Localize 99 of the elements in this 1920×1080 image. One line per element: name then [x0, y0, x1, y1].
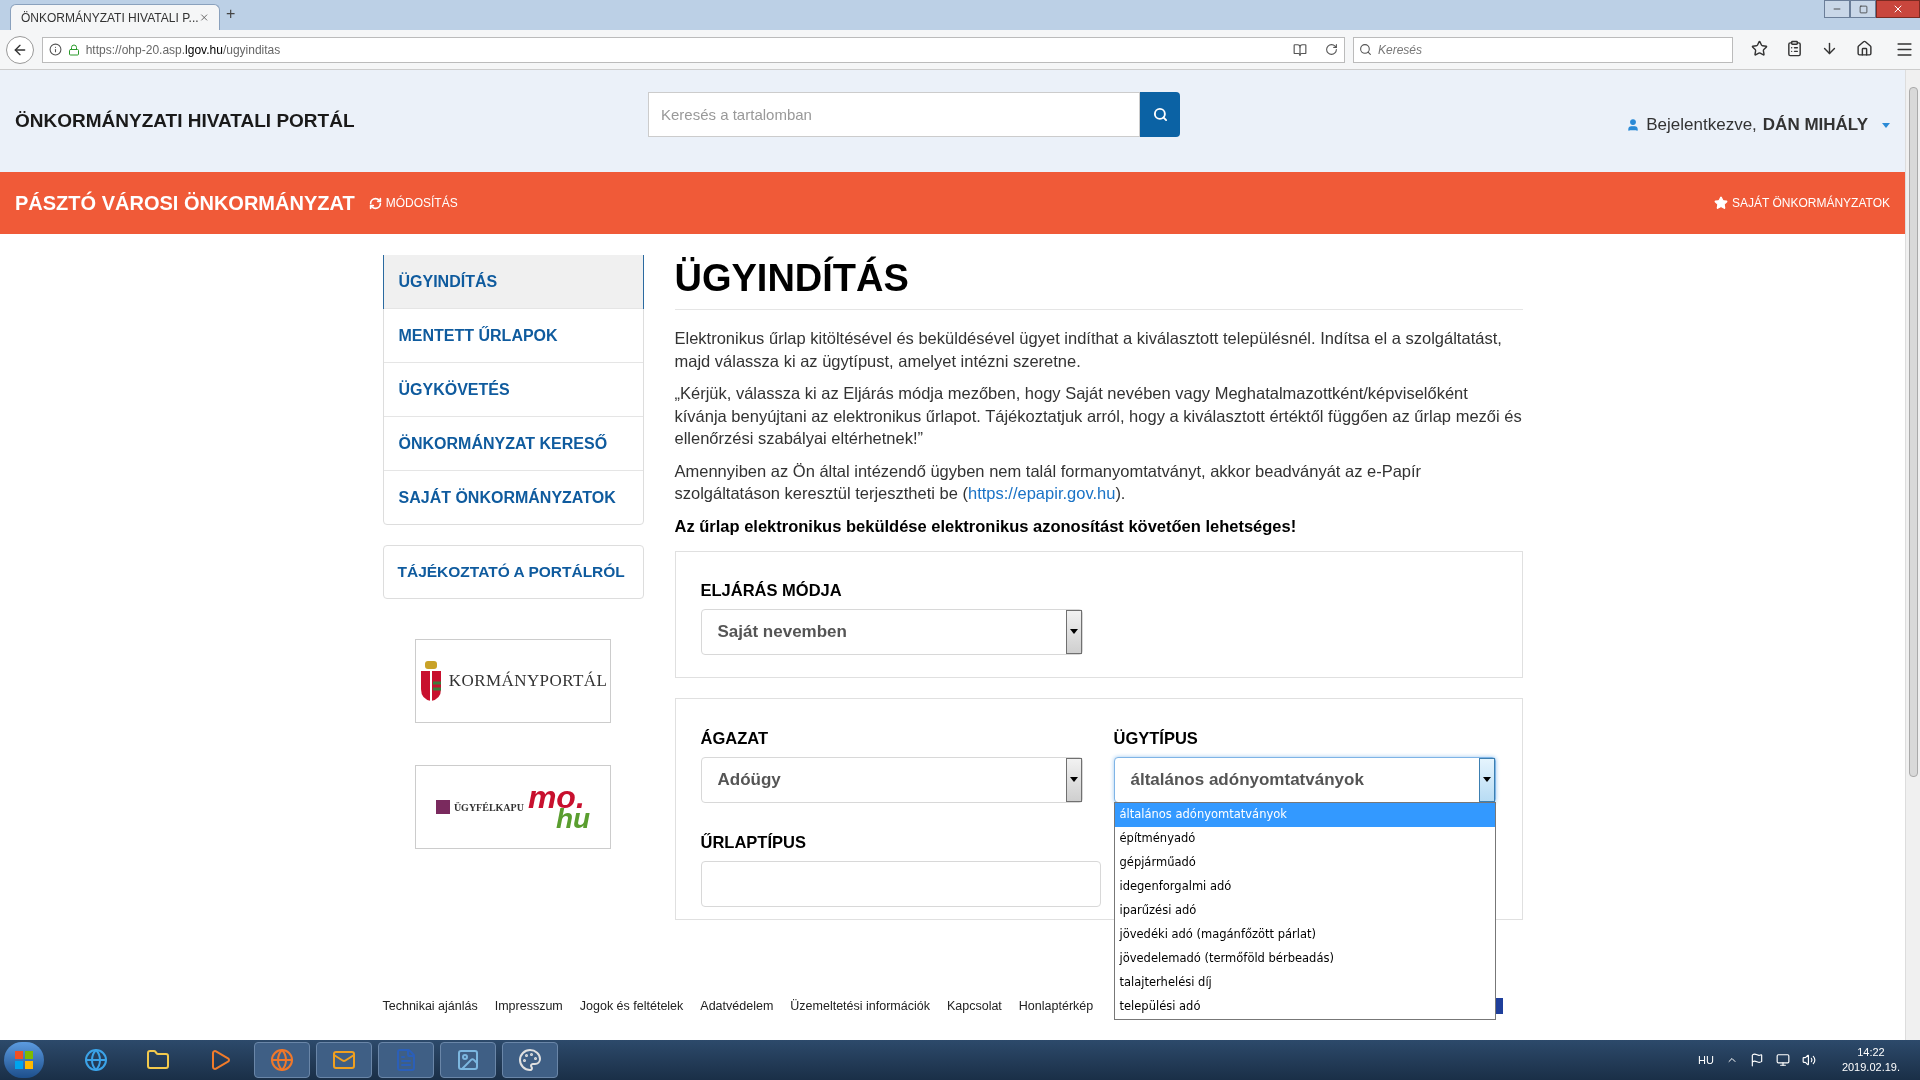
dropdown-option[interactable]: települési adó	[1114, 995, 1495, 1019]
dropdown-toggle[interactable]	[1478, 757, 1495, 802]
select-field[interactable]: Adóügy	[700, 756, 1083, 803]
dropdown-toggle[interactable]	[1065, 609, 1082, 654]
browser-tab[interactable]: ÖNKORMÁNYZATI HIVATALI P...	[10, 4, 220, 30]
url-field[interactable]: https://ohp-20.asp.lgov.hu/ugyinditas	[41, 36, 1345, 63]
portal-title: ÖNKORMÁNYZATI HIVATALI PORTÁL	[15, 108, 356, 133]
dropdown-toggle[interactable]	[1065, 757, 1082, 802]
taskbar-button[interactable]	[502, 1042, 558, 1078]
globe-icon	[84, 1048, 108, 1072]
info-icon	[48, 43, 62, 56]
footer-link[interactable]: Kapcsolat	[946, 996, 1002, 1016]
dropdown-option[interactable]: jövedéki adó (magánfőzött párlat)	[1114, 923, 1495, 947]
folder-icon	[146, 1048, 170, 1072]
mail-icon	[332, 1048, 356, 1072]
tab-title: ÖNKORMÁNYZATI HIVATALI P...	[21, 9, 199, 27]
field-label: ÜGYTÍPUS	[1113, 728, 1199, 749]
star-icon	[1713, 196, 1728, 210]
field-label: ÁGAZAT	[700, 728, 769, 749]
intro-paragraph: Elektronikus űrlap kitöltésével és beküldésével ügyet indíthat a kiválasztott településnél. Indítsa el a szolgáltatást, majd válassza ki az ügytípust, amelyet intézni szeretne.	[674, 328, 1503, 372]
url-text: https://ohp-20.asp.lgov.hu/ugyinditas	[85, 41, 282, 59]
logo-text: ÜGYFÉLKAPU	[453, 800, 524, 815]
back-button[interactable]	[6, 35, 34, 64]
bookmark-star-icon[interactable]	[1751, 40, 1768, 57]
select-field[interactable]: általános adónyomtatványok	[1113, 756, 1496, 803]
user-name: DÁN MIHÁLY	[1762, 114, 1868, 137]
logo-text: KORMÁNYPORTÁL	[448, 670, 608, 693]
palette-icon	[518, 1048, 542, 1072]
reload-icon[interactable]	[1325, 43, 1338, 56]
footer-link[interactable]: Jogok és feltételek	[579, 996, 684, 1016]
footer-link[interactable]: Üzemeltetési információk	[790, 996, 930, 1016]
search-button[interactable]	[1140, 91, 1180, 137]
select-value: Adóügy	[717, 769, 782, 791]
user-icon	[1626, 118, 1641, 132]
info-link[interactable]: TÁJÉKOZTATÓ A PORTÁLRÓL	[382, 545, 644, 599]
sidebar-item[interactable]: ÜGYINDÍTÁS	[382, 255, 644, 309]
field-label: ELJÁRÁS MÓDJA	[700, 580, 843, 601]
document-icon	[394, 1048, 418, 1072]
minimize-button[interactable]	[1824, 0, 1850, 18]
browser-search-field[interactable]: Keresés	[1353, 36, 1733, 63]
dropdown-option[interactable]: talajterhelési díj	[1114, 971, 1495, 995]
municipality-name: PÁSZTÓ VÁROSI ÖNKORMÁNYZAT	[15, 190, 355, 216]
caret-icon	[1882, 122, 1890, 128]
page-title: ÜGYINDÍTÁS	[674, 255, 910, 301]
maximize-icon	[1858, 4, 1868, 14]
footer-link[interactable]: Technikai ajánlás	[382, 996, 478, 1016]
intro-paragraph: „Kérjük, válassza ki az Eljárás módja mezőben, hogy Saját nevében vagy Meghatalmazottként/képviselőként kívánja benyújtani az elektronikus űrlapot. Tájékoztatjuk arról, hogy a kiválasztott értéktől függően az űrlap mezői és ellenőrzési szabályai eltérhetnek!”	[674, 383, 1523, 449]
dropdown-option[interactable]: építményadó	[1114, 827, 1495, 851]
sidebar-item[interactable]: ÜGYKÖVETÉS	[383, 362, 643, 416]
user-menu[interactable]: Bejelentkezve, DÁN MIHÁLY	[1626, 112, 1890, 138]
scrollbar[interactable]	[1905, 70, 1920, 1040]
content-search-field[interactable]: Keresés a tartalomban	[648, 91, 1140, 137]
network-icon[interactable]	[1775, 1053, 1790, 1067]
close-icon	[1892, 3, 1904, 15]
square-icon	[435, 800, 450, 814]
caret-icon	[1069, 629, 1078, 635]
footer-link[interactable]: Adatvédelem	[700, 996, 774, 1016]
field-label: ŰRLAPTÍPUS	[700, 831, 807, 853]
coat-of-arms-icon	[418, 661, 443, 701]
lock-icon	[67, 43, 80, 56]
menu-icon[interactable]	[1895, 40, 1914, 59]
reader-view-icon[interactable]	[1293, 42, 1307, 57]
dropdown-option[interactable]: gépjárműadó	[1114, 851, 1495, 875]
epapir-paragraph: Amennyiben az Ön által intézendő ügyben nem talál formanyomtatványt, akkor beadványát az e-Papír szolgáltatáson keresztül terjesztheti be (https://epapir.gov.hu).	[674, 460, 1423, 504]
footer-link[interactable]: Honlaptérkép	[1018, 996, 1094, 1016]
new-tab-button[interactable]: +	[226, 2, 236, 26]
image-icon	[456, 1048, 480, 1072]
four-pane-logo-icon	[15, 1051, 33, 1069]
notice-text: Az űrlap elektronikus beküldése elektronikus azonosítást követően lehetséges!	[674, 515, 1298, 537]
language-indicator[interactable]: HU	[1698, 1051, 1714, 1069]
sidebar-item[interactable]: MENTETT ŰRLAPOK	[383, 308, 643, 362]
footer-link[interactable]: Impresszum	[494, 996, 563, 1016]
home-icon[interactable]	[1856, 40, 1873, 57]
clipboard-icon[interactable]	[1786, 40, 1803, 57]
search-icon	[1152, 106, 1168, 122]
caret-icon	[1482, 777, 1491, 783]
start-button[interactable]	[4, 1042, 44, 1078]
select-value: általános adónyomtatványok	[1130, 769, 1365, 791]
dropdown-option[interactable]: iparűzési adó	[1114, 899, 1495, 923]
globe-icon	[270, 1048, 294, 1072]
select-field[interactable]: Saját nevemben	[700, 608, 1083, 655]
search-icon	[1359, 42, 1372, 56]
speaker-icon[interactable]	[1801, 1053, 1816, 1067]
epapir-link[interactable]: https://epapir.gov.hu	[968, 484, 1116, 502]
sidebar-item[interactable]: SAJÁT ÖNKORMÁNYZATOK	[383, 470, 643, 524]
user-prefix: Bejelentkezve,	[1646, 114, 1757, 137]
logo-link[interactable]: KORMÁNYPORTÁL	[415, 639, 611, 723]
close-icon[interactable]	[198, 12, 209, 23]
sidebar-item[interactable]: ÖNKORMÁNYZAT KERESŐ	[383, 416, 643, 470]
dropdown-option[interactable]: idegenforgalmi adó	[1114, 875, 1495, 899]
maximize-button[interactable]	[1850, 0, 1876, 18]
select-value: Saját nevemben	[717, 621, 848, 643]
flag-icon[interactable]	[1749, 1053, 1764, 1067]
caret-icon	[1069, 777, 1078, 783]
clock[interactable]: 14:22 2019.02.19.	[1841, 1045, 1900, 1075]
download-icon[interactable]	[1821, 40, 1838, 57]
dropdown-option[interactable]: jövedelemadó (termőföld bérbeadás)	[1114, 947, 1495, 971]
refresh-icon	[368, 196, 382, 210]
form-type-field[interactable]	[700, 860, 1101, 907]
